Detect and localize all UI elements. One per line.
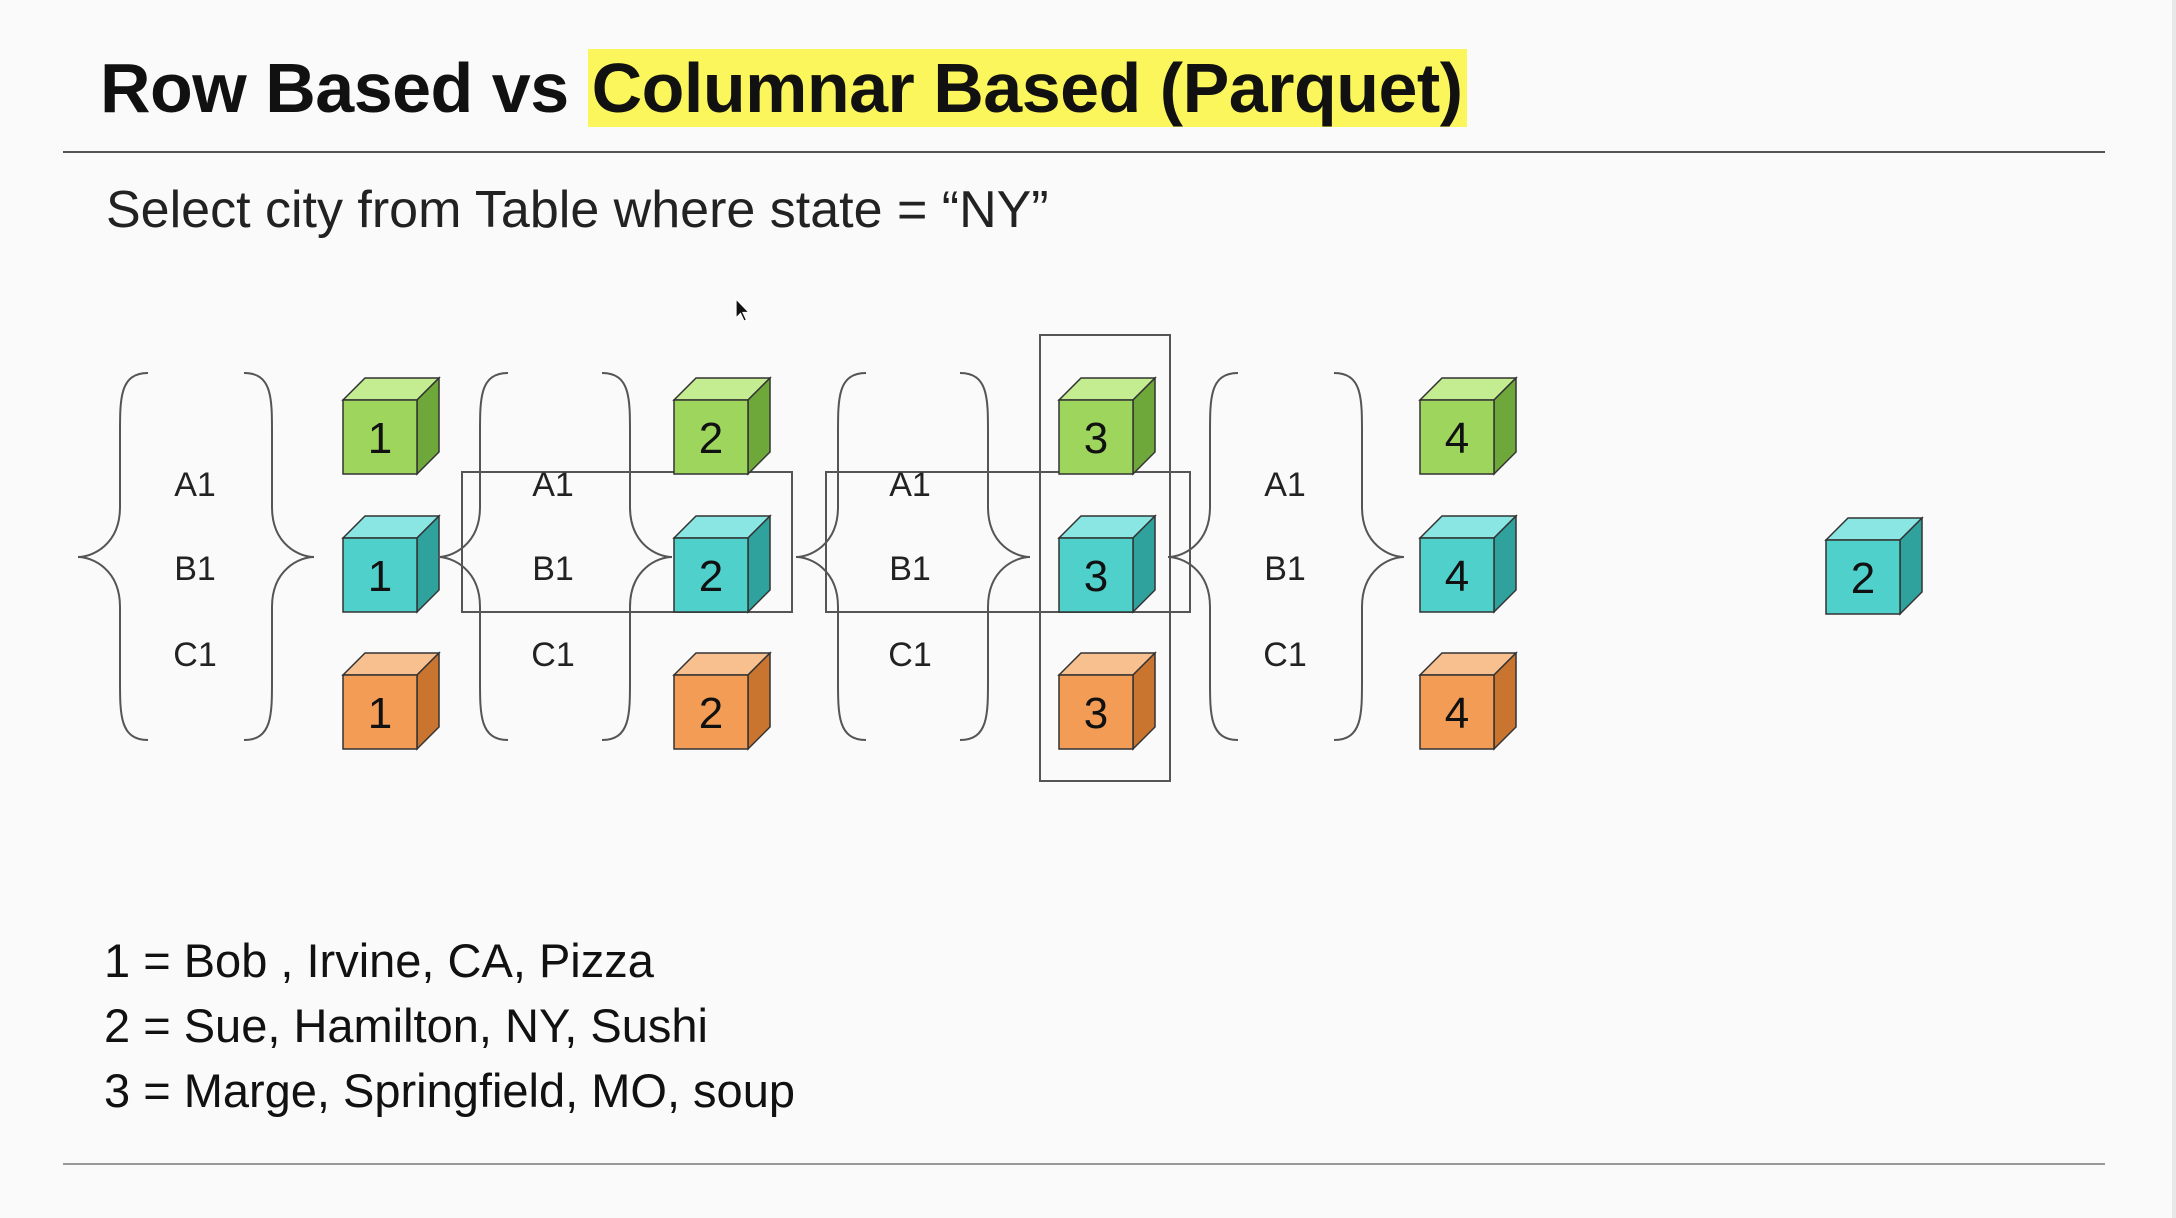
data-cube: 4 bbox=[1418, 514, 1518, 614]
mouse-pointer-icon bbox=[735, 298, 751, 322]
field-label: C1 bbox=[531, 636, 574, 674]
legend-item-3: 3 = Marge, Springfield, MO, soup bbox=[104, 1064, 795, 1117]
cube-label: 4 bbox=[1445, 552, 1469, 601]
data-cube: 2 bbox=[672, 514, 772, 614]
cube-label: 1 bbox=[368, 552, 392, 601]
right-brace bbox=[959, 372, 1031, 741]
legend-item-1: 1 = Bob , Irvine, CA, Pizza bbox=[104, 934, 654, 987]
legend-item-2: 2 = Sue, Hamilton, NY, Sushi bbox=[104, 999, 708, 1052]
cube-label: 2 bbox=[699, 689, 723, 738]
cube-label: 2 bbox=[1851, 554, 1875, 603]
cube-label: 2 bbox=[699, 552, 723, 601]
right-brace bbox=[1333, 372, 1405, 741]
row-group-4: A1 B1 C1 bbox=[1167, 372, 1405, 741]
data-cube: 1 bbox=[341, 376, 441, 476]
cube-label: 3 bbox=[1084, 414, 1108, 463]
data-cube: 3 bbox=[1057, 376, 1157, 476]
field-label: A1 bbox=[532, 466, 574, 504]
slide: Row Based vs Columnar Based (Parquet) Se… bbox=[0, 0, 2176, 1218]
cube-label: 3 bbox=[1084, 689, 1108, 738]
data-cube: 4 bbox=[1418, 376, 1518, 476]
right-brace bbox=[601, 372, 673, 741]
field-label: C1 bbox=[888, 636, 931, 674]
row-group-2: A1 B1 C1 bbox=[437, 372, 673, 741]
cube-label: 2 bbox=[699, 414, 723, 463]
left-brace bbox=[1167, 372, 1239, 741]
cube-label: 1 bbox=[368, 689, 392, 738]
data-cube: 1 bbox=[341, 651, 441, 751]
data-cube: 2 bbox=[672, 651, 772, 751]
field-label: B1 bbox=[532, 550, 574, 588]
data-cube: 3 bbox=[1057, 514, 1157, 614]
data-cube: 2 bbox=[672, 376, 772, 476]
cube-label: 3 bbox=[1084, 552, 1108, 601]
data-cube: 4 bbox=[1418, 651, 1518, 751]
row-group-1: A1 B1 C1 bbox=[77, 372, 315, 741]
left-brace bbox=[77, 372, 149, 741]
data-cube: 1 bbox=[341, 514, 441, 614]
cube-label: 4 bbox=[1445, 689, 1469, 738]
field-label: A1 bbox=[174, 466, 216, 504]
result-cube: 2 bbox=[1824, 516, 1924, 616]
field-label: B1 bbox=[174, 550, 216, 588]
legend: 1 = Bob , Irvine, CA, Pizza 2 = Sue, Ham… bbox=[104, 928, 795, 1123]
field-label: C1 bbox=[173, 636, 216, 674]
field-label: A1 bbox=[889, 466, 931, 504]
left-brace bbox=[437, 372, 509, 741]
cube-label: 1 bbox=[368, 414, 392, 463]
cube-label: 4 bbox=[1445, 414, 1469, 463]
data-cube: 3 bbox=[1057, 651, 1157, 751]
row-group-3: A1 B1 C1 bbox=[795, 372, 1031, 741]
field-label: C1 bbox=[1263, 636, 1306, 674]
field-label: B1 bbox=[889, 550, 931, 588]
field-label: A1 bbox=[1264, 466, 1306, 504]
footer-divider bbox=[63, 1163, 2105, 1165]
field-label: B1 bbox=[1264, 550, 1306, 588]
right-brace bbox=[243, 372, 315, 741]
left-brace bbox=[795, 372, 867, 741]
